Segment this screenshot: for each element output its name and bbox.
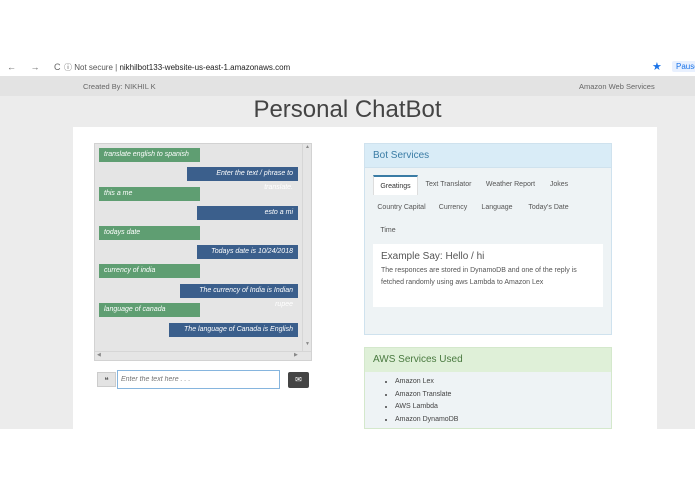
example-description: The responces are stored in DynamoDB and… <box>381 267 577 286</box>
tab-time[interactable]: Time <box>373 221 403 241</box>
bot-message: Todays date is 10/24/2018 <box>197 245 298 259</box>
quote-icon[interactable]: ❝ <box>97 372 116 387</box>
created-by-label: Created By: NIKHIL K <box>83 82 156 91</box>
pause-button[interactable]: Pause <box>672 61 695 72</box>
bookmark-star-icon[interactable]: ★ <box>652 60 662 73</box>
scroll-right-icon[interactable]: ▶ <box>294 352 298 358</box>
user-message: this a me <box>99 186 200 201</box>
bot-message: The currency of India is Indian rupee <box>180 283 298 308</box>
bot-message: The language of Canada is English <box>169 322 298 337</box>
tab-text-translator[interactable]: Text Translator <box>420 175 477 195</box>
site-info-label: ⓘ Not secure <box>64 63 113 72</box>
address-bar[interactable]: ⓘ Not secure | nikhilbot133-website-us-e… <box>64 62 290 73</box>
bot-services-panel: Bot Services Greatings Text Translator Wea… <box>364 143 612 335</box>
tab-language[interactable]: Language <box>476 198 518 218</box>
scroll-left-icon[interactable]: ◀ <box>97 352 101 358</box>
tab-jokes[interactable]: Jokes <box>544 175 574 195</box>
aws-services-heading: AWS Services Used <box>365 348 611 372</box>
tab-greatings[interactable]: Greatings <box>373 175 418 195</box>
aws-link[interactable]: Amazon Web Services <box>579 82 655 91</box>
list-item: Amazon Lex <box>395 378 611 391</box>
scroll-down-icon[interactable]: ▼ <box>305 341 310 347</box>
page-title: Personal ChatBot <box>253 96 442 123</box>
main-content: ▲ ▼ ◀ ▶ translate english to spanish Ente… <box>73 127 657 429</box>
send-button[interactable]: ✉ <box>288 372 309 388</box>
url-text: nikhilbot133-website-us-east-1.amazonaws… <box>119 63 291 72</box>
tab-content: Example Say: Hello / hi The responces ar… <box>373 244 603 307</box>
user-message: todays date <box>99 225 200 240</box>
tab-country-capital[interactable]: Country Capital <box>373 198 430 218</box>
bot-message: Enter the text / phrase to translate. <box>187 167 298 191</box>
tab-currency[interactable]: Currency <box>433 198 473 218</box>
list-item: AWS Lambda <box>395 403 611 416</box>
user-message: translate english to spanish <box>99 148 200 162</box>
scroll-up-icon[interactable]: ▲ <box>305 144 310 150</box>
bot-message: esto a mi <box>197 206 298 221</box>
bot-services-heading: Bot Services <box>365 144 611 168</box>
list-item: Amazon Translate <box>395 391 611 404</box>
user-message: currency of india <box>99 264 200 279</box>
chat-window[interactable]: ▲ ▼ ◀ ▶ translate english to spanish Ente… <box>94 143 312 361</box>
browser-toolbar: ← → C ⓘ Not secure | nikhilbot133-websit… <box>0 59 695 76</box>
tab-weather-report[interactable]: Weather Report <box>479 175 542 195</box>
user-message: language of canada <box>99 303 200 318</box>
tab-today-s-date[interactable]: Today's Date <box>521 198 576 218</box>
browser-nav-buttons[interactable]: ← → C <box>7 62 67 72</box>
example-title: Example Say: Hello / hi <box>381 251 485 262</box>
aws-services-list: Amazon Lex Amazon Translate AWS Lambda A… <box>365 372 611 428</box>
horizontal-scrollbar[interactable]: ◀ ▶ <box>95 351 311 360</box>
list-item: Amazon DynamoDB <box>395 416 611 429</box>
chat-input[interactable] <box>117 370 280 389</box>
top-strip: Created By: NIKHIL K Amazon Web Services <box>0 76 695 96</box>
aws-services-panel: AWS Services Used Amazon Lex Amazon Tran… <box>364 347 612 429</box>
page-body: Created By: NIKHIL K Amazon Web Services… <box>0 76 695 429</box>
vertical-scrollbar[interactable]: ▲ ▼ <box>302 144 311 360</box>
